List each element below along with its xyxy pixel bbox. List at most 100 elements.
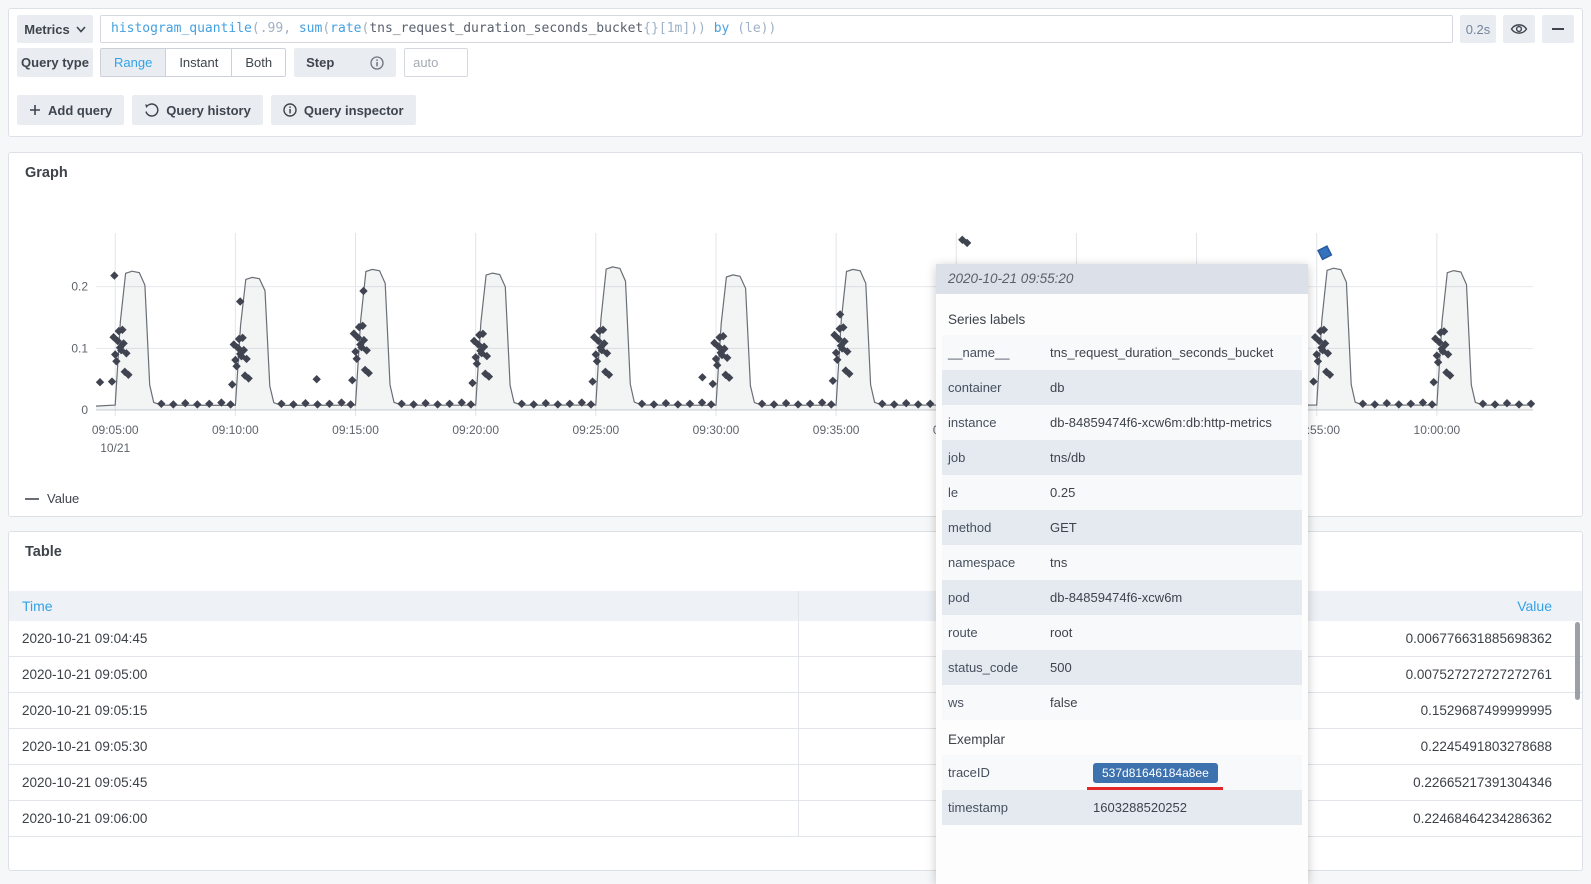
tooltip-row-value: root xyxy=(1044,615,1302,650)
tooltip-row: methodGET xyxy=(942,510,1302,545)
tooltip-row-value: db xyxy=(1044,370,1302,405)
info-circle-icon xyxy=(283,103,297,117)
cell-value: 0.006776631885698362 xyxy=(1293,621,1582,656)
table-header-time[interactable]: Time xyxy=(9,598,798,614)
query-type-range[interactable]: Range xyxy=(101,49,165,76)
x-tick-label: 09:05:00 xyxy=(92,423,139,437)
info-icon xyxy=(370,56,384,70)
tooltip-row-value: GET xyxy=(1044,510,1302,545)
query-type-both[interactable]: Both xyxy=(231,49,285,76)
trace-id-badge[interactable]: 537d81646184a8ee xyxy=(1093,763,1218,783)
table-header-row: Time Value xyxy=(9,591,1582,621)
table-row: 2020-10-21 09:06:00 0.22468464234286362 xyxy=(9,801,1582,837)
eye-icon xyxy=(1510,22,1528,36)
add-query-button[interactable]: Add query xyxy=(17,95,124,125)
tooltip-row-label: timestamp xyxy=(942,790,1087,825)
cell-time: 2020-10-21 09:05:30 xyxy=(9,729,798,764)
time-series-chart[interactable]: 09:05:00 10/21 09:10:00 09:15:00 09:20:00 09:… xyxy=(9,153,1582,516)
tooltip-row-value: 537d81646184a8ee xyxy=(1087,755,1302,790)
y-tick-label: 0.2 xyxy=(71,280,88,294)
tooltip-row: wsfalse xyxy=(942,685,1302,720)
query-history-button[interactable]: Query history xyxy=(132,95,263,125)
cell-value: 0.007527272727272761 xyxy=(1293,657,1582,692)
cell-value: 0.2245491803278688 xyxy=(1293,729,1582,764)
query-type-group: Range Instant Both xyxy=(100,48,286,77)
query-token: ( xyxy=(252,21,260,36)
tooltip-row: namespacetns xyxy=(942,545,1302,580)
query-token: by xyxy=(706,21,737,36)
exemplar-heading: Exemplar xyxy=(948,732,1302,747)
tooltip-row-value: 0.25 xyxy=(1044,475,1302,510)
tooltip-row: routeroot xyxy=(942,615,1302,650)
table-row: 2020-10-21 09:05:15 0.1529687499999995 xyxy=(9,693,1582,729)
query-token: )) xyxy=(690,21,706,36)
cell-time: 2020-10-21 09:04:45 xyxy=(9,621,798,656)
tooltip-row-label: pod xyxy=(942,580,1044,615)
x-tick-label: 09:30:00 xyxy=(693,423,740,437)
table-scrollbar[interactable] xyxy=(1575,622,1580,700)
tooltip-row-value: tns xyxy=(1044,545,1302,580)
tooltip-row-label: ws xyxy=(942,685,1044,720)
x-tick-label: 10:00:00 xyxy=(1414,423,1461,437)
table-row: 2020-10-21 09:05:450.22665217391304346 xyxy=(9,765,1582,801)
tooltip-row-label: method xyxy=(942,510,1044,545)
datasource-label: Metrics xyxy=(24,22,70,37)
chevron-down-icon xyxy=(76,26,86,33)
tooltip-row: status_code500 xyxy=(942,650,1302,685)
query-preview-button[interactable] xyxy=(1503,15,1535,43)
cell-time: 2020-10-21 09:06:00 xyxy=(9,801,798,836)
tooltip-row-value: false xyxy=(1044,685,1302,720)
y-tick-label: 0 xyxy=(81,403,88,417)
tooltip-row: le0.25 xyxy=(942,475,1302,510)
tooltip-row: poddb-84859474f6-xcw6m xyxy=(942,580,1302,615)
cell-value: 0.22468464234286362 xyxy=(1293,801,1582,836)
legend-series-swatch xyxy=(25,498,39,500)
table-row: 2020-10-21 09:04:45 0.006776631885698362 xyxy=(9,621,1582,657)
legend[interactable]: Value xyxy=(25,491,79,506)
table-body: 2020-10-21 09:04:450.0067766318856983622… xyxy=(9,621,1582,837)
tooltip-row-value: db-84859474f6-xcw6m xyxy=(1044,580,1302,615)
trace-id-underline xyxy=(1087,787,1223,790)
tooltip-timestamp: 2020-10-21 09:55:20 xyxy=(936,264,1308,294)
query-toolbar-row: Add query Query history Query inspector xyxy=(9,95,1582,125)
query-input[interactable]: histogram_quantile(.99, sum(rate(tns_req… xyxy=(100,15,1453,43)
x-tick-sublabel: 10/21 xyxy=(100,441,130,455)
y-tick-label: 0.1 xyxy=(71,341,88,355)
step-label: Step xyxy=(294,48,396,77)
series-labels-table: __name__tns_request_duration_seconds_buc… xyxy=(942,335,1302,720)
x-tick-label: 09:15:00 xyxy=(332,423,379,437)
table-row: 2020-10-21 09:05:00 0.007527272727272761 xyxy=(9,657,1582,693)
exemplar-table: traceID537d81646184a8eetimestamp16032885… xyxy=(942,755,1302,825)
step-input[interactable] xyxy=(404,48,468,77)
cell-value: 0.1529687499999995 xyxy=(1293,693,1582,728)
collapse-query-button[interactable] xyxy=(1542,15,1574,43)
x-tick-label: 09:35:00 xyxy=(813,423,860,437)
tooltip-row-label: namespace xyxy=(942,545,1044,580)
x-tick-label: 09:10:00 xyxy=(212,423,259,437)
query-token: histogram_quantile xyxy=(111,21,252,36)
tooltip-row: jobtns/db xyxy=(942,440,1302,475)
tooltip-row: traceID537d81646184a8ee xyxy=(942,755,1302,790)
query-token: tns_request_duration_seconds_bucket xyxy=(369,21,643,36)
cell-time: 2020-10-21 09:05:15 xyxy=(9,693,798,728)
tooltip-row-value: 1603288520252 xyxy=(1087,790,1302,825)
x-tick-label: 09:25:00 xyxy=(572,423,619,437)
tooltip-row-value: tns_request_duration_seconds_bucket xyxy=(1044,335,1302,370)
query-token: (le)) xyxy=(737,21,776,36)
query-token: sum xyxy=(299,21,322,36)
table-header-value[interactable]: Value xyxy=(1293,591,1582,621)
x-tick-label: 09:20:00 xyxy=(452,423,499,437)
query-type-instant[interactable]: Instant xyxy=(165,49,231,76)
datasource-picker-button[interactable]: Metrics xyxy=(17,15,93,43)
tooltip-row-value: tns/db xyxy=(1044,440,1302,475)
tooltip-row: __name__tns_request_duration_seconds_buc… xyxy=(942,335,1302,370)
highlighted-exemplar-point[interactable] xyxy=(1316,244,1334,262)
query-type-label: Query type xyxy=(17,48,93,77)
query-inspector-button[interactable]: Query inspector xyxy=(271,95,416,125)
cell-time: 2020-10-21 09:05:00 xyxy=(9,657,798,692)
tooltip-row-label: status_code xyxy=(942,650,1044,685)
table-panel-title: Table xyxy=(25,544,62,560)
series-labels-heading: Series labels xyxy=(948,312,1302,327)
tooltip-row-label: container xyxy=(942,370,1044,405)
tooltip-row: instancedb-84859474f6-xcw6m:db:http-metr… xyxy=(942,405,1302,440)
